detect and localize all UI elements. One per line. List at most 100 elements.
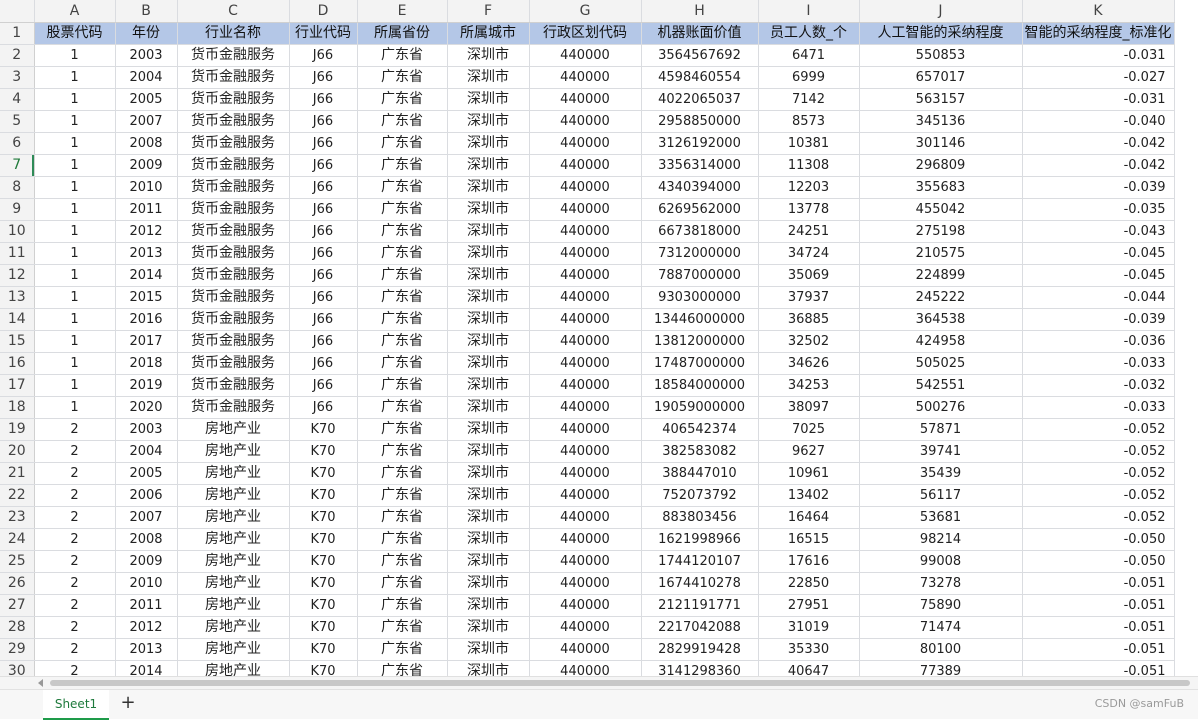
cell-k[interactable]: -0.042	[1022, 154, 1175, 177]
cell-i[interactable]: 13402	[758, 484, 860, 507]
sheet-tab-sheet1[interactable]: Sheet1	[43, 690, 109, 720]
row-header-17[interactable]: 17	[0, 374, 35, 397]
cell-g[interactable]: 440000	[529, 154, 642, 177]
cell-a[interactable]: 2	[34, 572, 116, 595]
cell-f[interactable]: 深圳市	[447, 286, 530, 309]
cell-k[interactable]: -0.031	[1022, 44, 1175, 67]
cell-d[interactable]: K70	[289, 506, 358, 529]
header-cell[interactable]: 智能的采纳程度_标准化	[1022, 22, 1175, 45]
cell-b[interactable]: 2014	[115, 264, 178, 287]
cell-k[interactable]: -0.032	[1022, 374, 1175, 397]
cell-d[interactable]: K70	[289, 638, 358, 661]
row-header-23[interactable]: 23	[0, 506, 35, 529]
cell-c[interactable]: 货币金融服务	[177, 308, 290, 331]
cell-e[interactable]: 广东省	[357, 396, 448, 419]
cell-i[interactable]: 10961	[758, 462, 860, 485]
cell-e[interactable]: 广东省	[357, 220, 448, 243]
cell-a[interactable]: 2	[34, 484, 116, 507]
cell-a[interactable]: 2	[34, 506, 116, 529]
cell-e[interactable]: 广东省	[357, 484, 448, 507]
cell-k[interactable]: -0.042	[1022, 132, 1175, 155]
column-header-i[interactable]: I	[758, 0, 860, 23]
row-header-16[interactable]: 16	[0, 352, 35, 375]
cell-b[interactable]: 2013	[115, 638, 178, 661]
cell-b[interactable]: 2016	[115, 308, 178, 331]
cell-b[interactable]: 2009	[115, 154, 178, 177]
cell-c[interactable]: 货币金融服务	[177, 242, 290, 265]
cell-b[interactable]: 2013	[115, 242, 178, 265]
cell-d[interactable]: K70	[289, 440, 358, 463]
cell-e[interactable]: 广东省	[357, 132, 448, 155]
cell-d[interactable]: J66	[289, 198, 358, 221]
cell-f[interactable]: 深圳市	[447, 550, 530, 573]
cell-b[interactable]: 2012	[115, 616, 178, 639]
cell-b[interactable]: 2012	[115, 220, 178, 243]
cell-d[interactable]: J66	[289, 330, 358, 353]
cell-g[interactable]: 440000	[529, 198, 642, 221]
cell-e[interactable]: 广东省	[357, 110, 448, 133]
cell-k[interactable]: -0.052	[1022, 484, 1175, 507]
cell-d[interactable]: K70	[289, 550, 358, 573]
cell-k[interactable]: -0.051	[1022, 594, 1175, 617]
cell-e[interactable]: 广东省	[357, 616, 448, 639]
cell-j[interactable]: 80100	[859, 638, 1023, 661]
cell-d[interactable]: J66	[289, 352, 358, 375]
cell-i[interactable]: 7025	[758, 418, 860, 441]
cell-h[interactable]: 752073792	[641, 484, 759, 507]
header-cell[interactable]: 员工人数_个	[758, 22, 860, 45]
column-header-j[interactable]: J	[859, 0, 1023, 23]
cell-d[interactable]: J66	[289, 154, 358, 177]
cell-e[interactable]: 广东省	[357, 242, 448, 265]
cell-j[interactable]: 98214	[859, 528, 1023, 551]
row-header-25[interactable]: 25	[0, 550, 35, 573]
cell-g[interactable]: 440000	[529, 176, 642, 199]
cell-k[interactable]: -0.044	[1022, 286, 1175, 309]
scroll-left-arrow-icon[interactable]	[38, 679, 43, 687]
cell-k[interactable]: -0.035	[1022, 198, 1175, 221]
cell-k[interactable]: -0.051	[1022, 638, 1175, 661]
cell-g[interactable]: 440000	[529, 440, 642, 463]
cell-d[interactable]: J66	[289, 242, 358, 265]
cell-g[interactable]: 440000	[529, 44, 642, 67]
cell-i[interactable]: 7142	[758, 88, 860, 111]
cell-e[interactable]: 广东省	[357, 44, 448, 67]
column-header-k[interactable]: K	[1022, 0, 1175, 23]
cell-c[interactable]: 货币金融服务	[177, 396, 290, 419]
cell-j[interactable]: 99008	[859, 550, 1023, 573]
cell-a[interactable]: 2	[34, 528, 116, 551]
cell-k[interactable]: -0.052	[1022, 462, 1175, 485]
cell-h[interactable]: 18584000000	[641, 374, 759, 397]
cell-h[interactable]: 2217042088	[641, 616, 759, 639]
cell-f[interactable]: 深圳市	[447, 396, 530, 419]
cell-d[interactable]: J66	[289, 44, 358, 67]
cell-e[interactable]: 广东省	[357, 418, 448, 441]
cell-f[interactable]: 深圳市	[447, 88, 530, 111]
cell-h[interactable]: 1744120107	[641, 550, 759, 573]
cell-d[interactable]: J66	[289, 264, 358, 287]
header-cell[interactable]: 行业代码	[289, 22, 358, 45]
cell-d[interactable]: K70	[289, 462, 358, 485]
cell-a[interactable]: 1	[34, 44, 116, 67]
cell-j[interactable]: 275198	[859, 220, 1023, 243]
cell-a[interactable]: 1	[34, 242, 116, 265]
cell-g[interactable]: 440000	[529, 88, 642, 111]
cell-k[interactable]: -0.045	[1022, 242, 1175, 265]
cell-j[interactable]: 35439	[859, 462, 1023, 485]
cell-i[interactable]: 34253	[758, 374, 860, 397]
cell-e[interactable]: 广东省	[357, 374, 448, 397]
cell-g[interactable]: 440000	[529, 550, 642, 573]
cell-b[interactable]: 2008	[115, 528, 178, 551]
cell-g[interactable]: 440000	[529, 506, 642, 529]
cell-f[interactable]: 深圳市	[447, 572, 530, 595]
row-header-1[interactable]: 1	[0, 22, 35, 45]
cell-e[interactable]: 广东省	[357, 572, 448, 595]
cell-i[interactable]: 36885	[758, 308, 860, 331]
cell-e[interactable]: 广东省	[357, 330, 448, 353]
cell-k[interactable]: -0.052	[1022, 418, 1175, 441]
header-cell[interactable]: 年份	[115, 22, 178, 45]
cell-f[interactable]: 深圳市	[447, 484, 530, 507]
cell-j[interactable]: 424958	[859, 330, 1023, 353]
cell-f[interactable]: 深圳市	[447, 176, 530, 199]
cell-f[interactable]: 深圳市	[447, 440, 530, 463]
cell-a[interactable]: 2	[34, 462, 116, 485]
